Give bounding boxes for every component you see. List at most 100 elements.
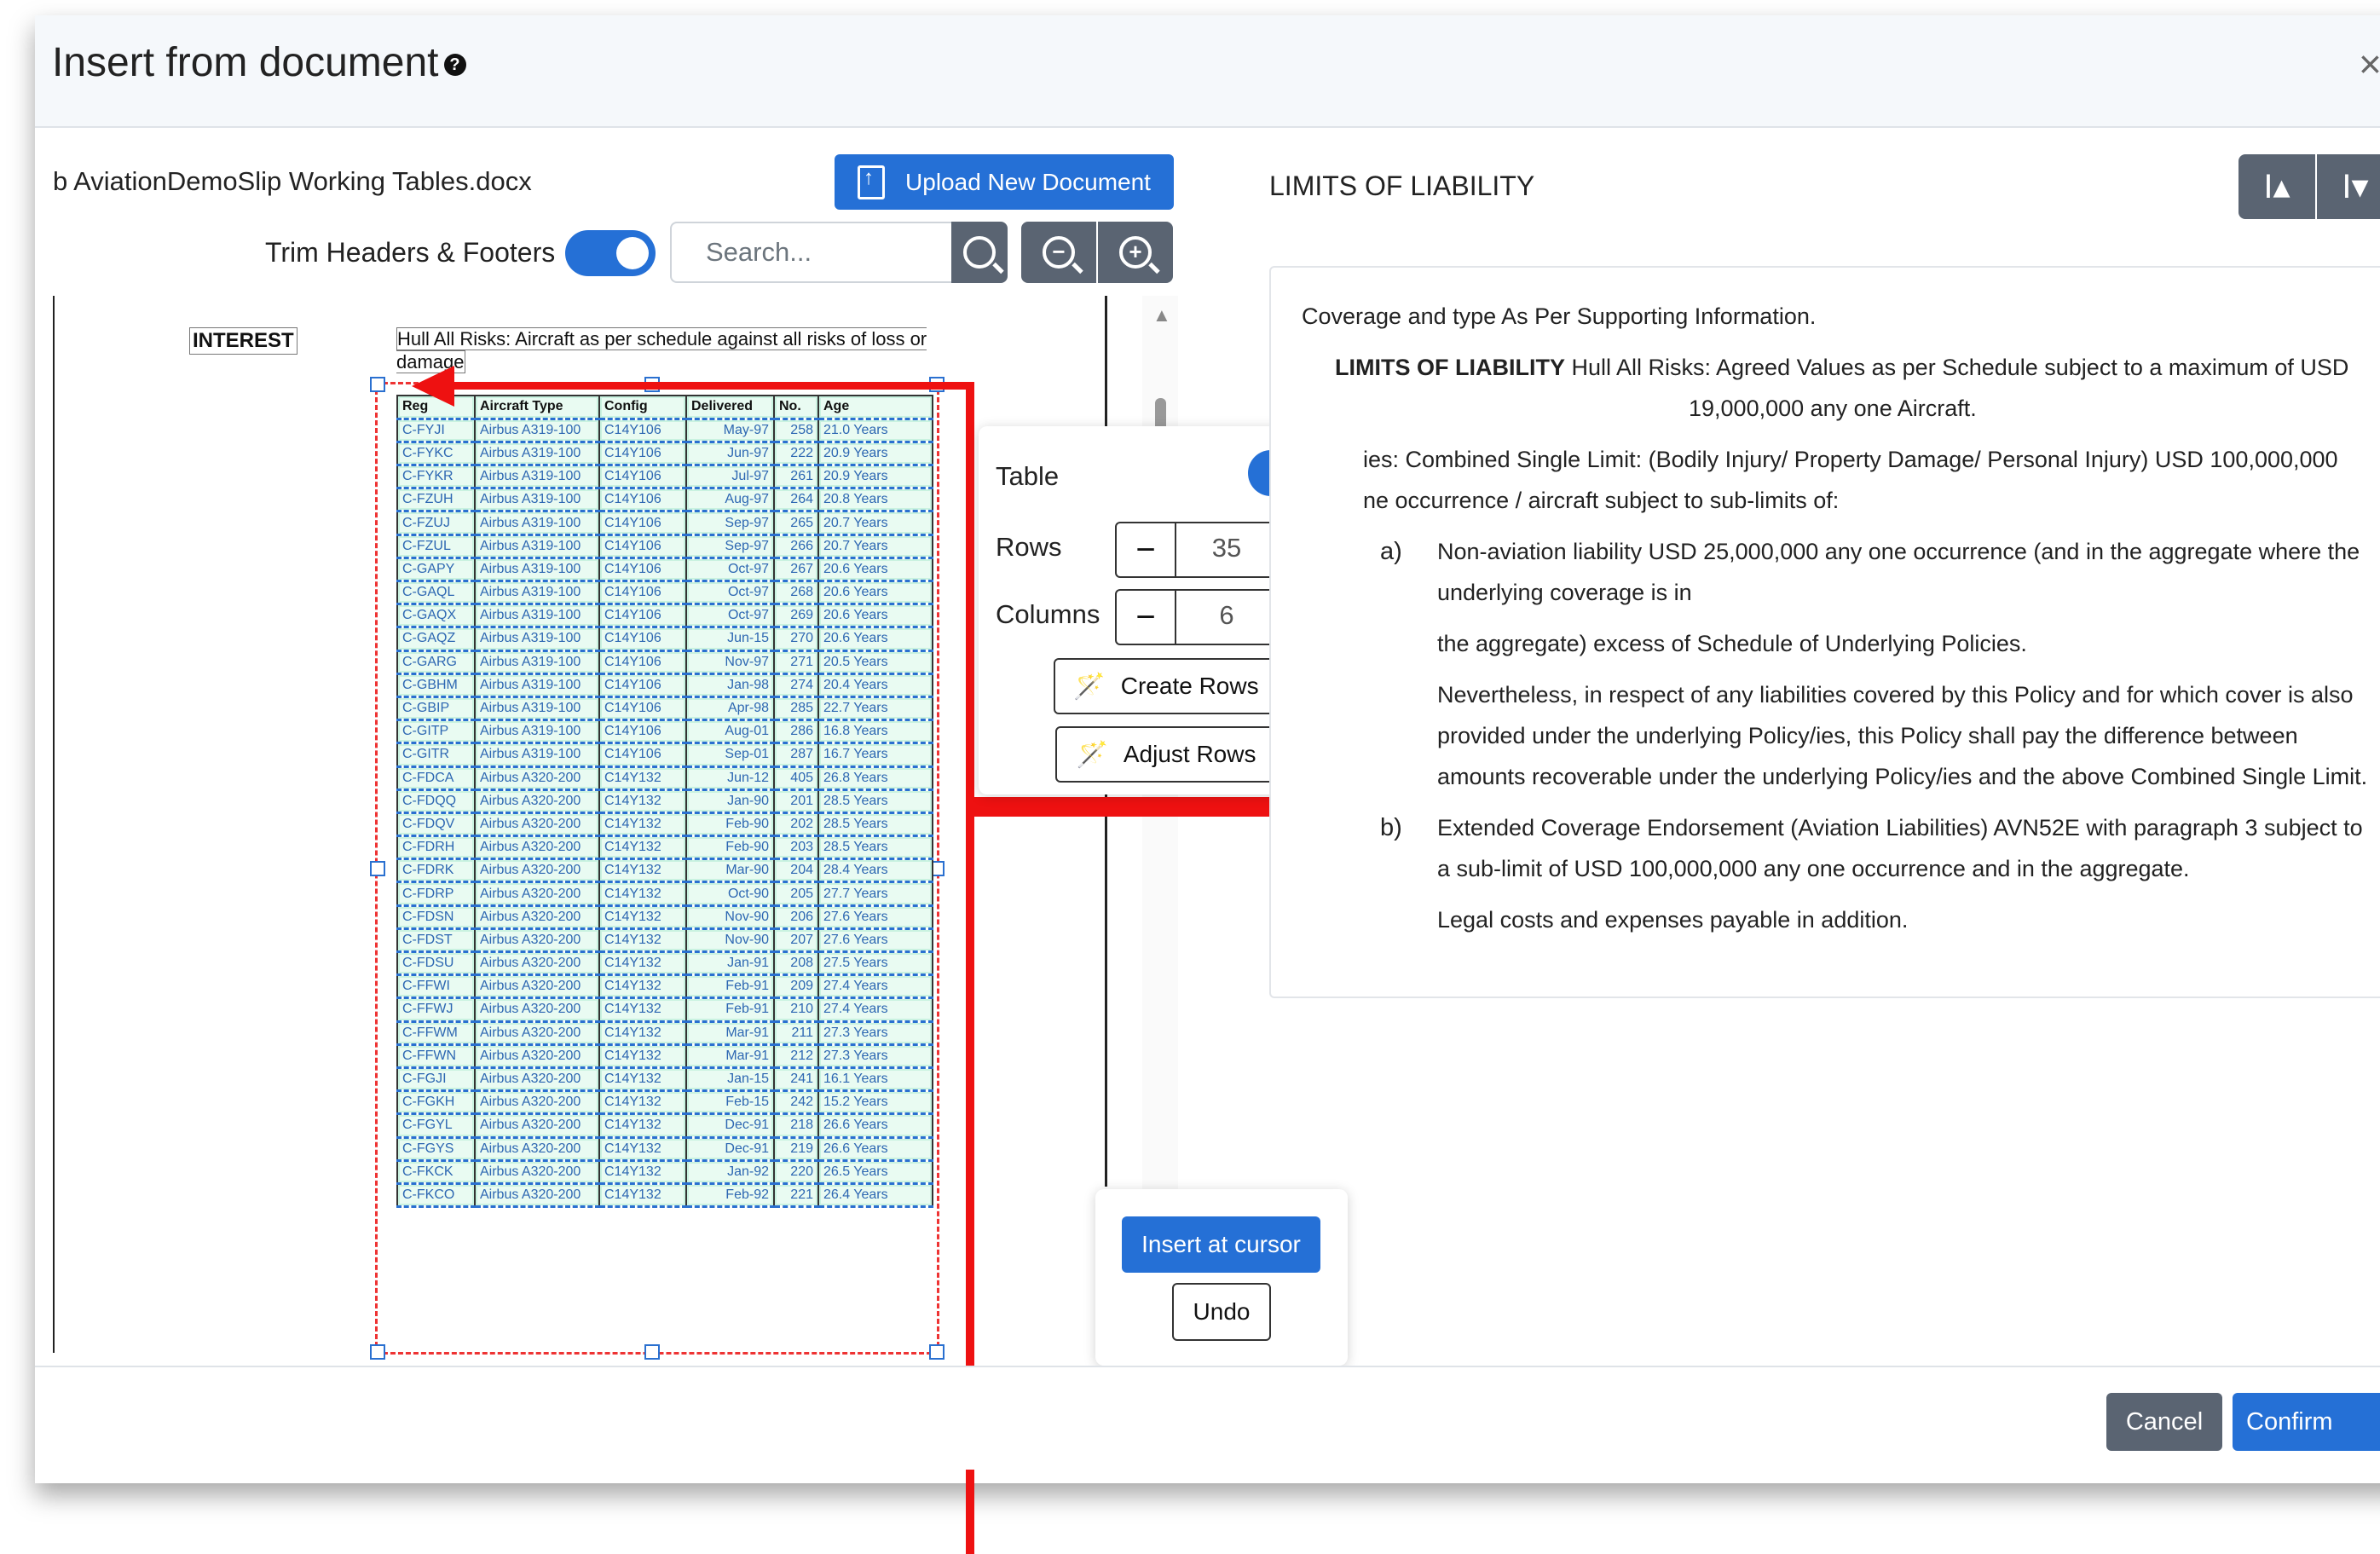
table-cell[interactable]: C14Y106	[598, 441, 687, 467]
table-cell[interactable]: 241	[773, 1066, 819, 1093]
table-cell[interactable]: Apr-98	[685, 696, 775, 722]
table-row[interactable]: C-GBIP Airbus A319-100 C14Y106 Apr-98 285 22.…	[396, 696, 933, 722]
table-cell[interactable]: 267	[773, 557, 819, 583]
table-cell[interactable]: C14Y106	[598, 603, 687, 629]
table-cell[interactable]: 210	[773, 997, 819, 1023]
table-cell[interactable]: Jan-91	[685, 950, 775, 977]
table-cell[interactable]: C-FFWN	[396, 1043, 476, 1069]
table-row[interactable]: C-FYJI Airbus A319-100 C14Y106 May-97 258 21.…	[396, 418, 933, 443]
table-row[interactable]: C-FFWJ Airbus A320-200 C14Y132 Feb-91 210 27.…	[396, 997, 933, 1023]
table-cell[interactable]: C14Y106	[598, 650, 687, 675]
confirm-button[interactable]: Confirm	[2233, 1393, 2380, 1451]
columns-value[interactable]: 6	[1176, 591, 1277, 644]
table-row[interactable]: C-FKCO Airbus A320-200 C14Y132 Feb-92 221 26.…	[396, 1182, 933, 1209]
table-row[interactable]: C-FYKR Airbus A319-100 C14Y106 Jul-97 261 20.…	[396, 464, 933, 490]
table-row[interactable]: C-FDCA Airbus A320-200 C14Y132 Jun-12 405 26.…	[396, 765, 933, 791]
table-cell[interactable]: Sep-01	[685, 742, 775, 768]
table-cell[interactable]: C-GARG	[396, 650, 476, 675]
table-row[interactable]: C-FZUJ Airbus A319-100 C14Y106 Sep-97 265 20.…	[396, 510, 933, 536]
table-cell[interactable]: C14Y132	[598, 904, 687, 930]
table-cell[interactable]: 21.0 Years	[817, 418, 933, 443]
table-cell[interactable]: 20.9 Years	[817, 441, 933, 467]
table-cell[interactable]: C14Y132	[598, 1043, 687, 1069]
table-cell[interactable]: C-FGJI	[396, 1066, 476, 1093]
table-row[interactable]: C-FFWM Airbus A320-200 C14Y132 Mar-91 211 27.…	[396, 1020, 933, 1046]
table-cell[interactable]: Mar-91	[685, 1043, 775, 1069]
table-cell[interactable]: 202	[773, 812, 819, 838]
table-cell[interactable]: Feb-91	[685, 997, 775, 1023]
table-cell[interactable]: 208	[773, 950, 819, 977]
search-button[interactable]	[951, 222, 1008, 283]
table-cell[interactable]: C14Y106	[598, 719, 687, 745]
table-row[interactable]: C-FGYL Airbus A320-200 C14Y132 Dec-91 218 26.…	[396, 1112, 933, 1139]
table-row[interactable]: C-FDST Airbus A320-200 C14Y132 Nov-90 207 27.…	[396, 927, 933, 954]
aircraft-schedule-table[interactable]: Reg Aircraft Type Config Delivered No. Age C-…	[396, 394, 933, 1209]
table-cell[interactable]: C14Y106	[598, 487, 687, 513]
table-cell[interactable]: 201	[773, 789, 819, 814]
table-cell[interactable]: 207	[773, 927, 819, 954]
table-row[interactable]: C-FFWI Airbus A320-200 C14Y132 Feb-91 209 27.…	[396, 973, 933, 1000]
table-cell[interactable]: Jun-97	[685, 441, 775, 467]
table-cell[interactable]: 265	[773, 510, 819, 536]
table-cell[interactable]: Airbus A319-100	[474, 719, 600, 745]
table-cell[interactable]: 28.5 Years	[817, 835, 933, 861]
table-cell[interactable]: Airbus A320-200	[474, 1112, 600, 1139]
table-cell[interactable]: 27.6 Years	[817, 927, 933, 954]
table-cell[interactable]: Jan-90	[685, 789, 775, 814]
table-row[interactable]: C-GITP Airbus A319-100 C14Y106 Aug-01 286 16.…	[396, 719, 933, 745]
table-cell[interactable]: 27.3 Years	[817, 1020, 933, 1046]
insert-at-cursor-button[interactable]: Insert at cursor	[1122, 1216, 1320, 1273]
scroll-up-arrow-icon[interactable]: ▲	[1152, 304, 1171, 326]
table-cell[interactable]: 220	[773, 1159, 819, 1185]
table-cell[interactable]: Sep-97	[685, 534, 775, 559]
table-cell[interactable]: C-GBHM	[396, 673, 476, 698]
table-cell[interactable]: 26.6 Years	[817, 1135, 933, 1162]
table-cell[interactable]: 269	[773, 603, 819, 629]
table-cell[interactable]: C14Y132	[598, 858, 687, 884]
table-cell[interactable]: C-FFWJ	[396, 997, 476, 1023]
table-cell[interactable]: Airbus A319-100	[474, 626, 600, 652]
table-row[interactable]: C-FDQV Airbus A320-200 C14Y132 Feb-90 202 28.…	[396, 812, 933, 838]
undo-button[interactable]: Undo	[1172, 1283, 1271, 1341]
table-cell[interactable]: Feb-15	[685, 1089, 775, 1116]
table-cell[interactable]: 20.6 Years	[817, 580, 933, 606]
table-cell[interactable]: 27.3 Years	[817, 1043, 933, 1069]
table-cell[interactable]: Airbus A319-100	[474, 418, 600, 443]
table-cell[interactable]: Nov-90	[685, 904, 775, 930]
table-cell[interactable]: 26.5 Years	[817, 1159, 933, 1185]
table-row[interactable]: C-FGKH Airbus A320-200 C14Y132 Feb-15 242 15.…	[396, 1089, 933, 1116]
table-cell[interactable]: Airbus A319-100	[474, 510, 600, 536]
table-cell[interactable]: 20.6 Years	[817, 626, 933, 652]
table-cell[interactable]: 266	[773, 534, 819, 559]
table-row[interactable]: C-GITR Airbus A319-100 C14Y106 Sep-01 287 16.…	[396, 742, 933, 768]
table-cell[interactable]: C14Y132	[598, 835, 687, 861]
rows-value[interactable]: 35	[1176, 523, 1277, 576]
table-cell[interactable]: 218	[773, 1112, 819, 1139]
table-cell[interactable]: C-FDRP	[396, 881, 476, 907]
table-cell[interactable]: Airbus A319-100	[474, 603, 600, 629]
table-cell[interactable]: 27.6 Years	[817, 904, 933, 930]
table-cell[interactable]: 20.9 Years	[817, 464, 933, 490]
table-cell[interactable]: C-GITP	[396, 719, 476, 745]
table-row[interactable]: C-FDSN Airbus A320-200 C14Y132 Nov-90 206 27.…	[396, 904, 933, 930]
table-row[interactable]: C-GAQX Airbus A319-100 C14Y106 Oct-97 269 20.…	[396, 603, 933, 629]
table-cell[interactable]: 268	[773, 580, 819, 606]
selection-handle[interactable]	[370, 377, 385, 392]
table-cell[interactable]: C14Y132	[598, 1135, 687, 1162]
table-cell[interactable]: 204	[773, 858, 819, 884]
cursor-move-up-button[interactable]: I▴	[2238, 154, 2315, 219]
table-cell[interactable]: Oct-97	[685, 557, 775, 583]
table-cell[interactable]: Jan-92	[685, 1159, 775, 1185]
table-row[interactable]: C-FYKC Airbus A319-100 C14Y106 Jun-97 222 20.…	[396, 441, 933, 467]
table-cell[interactable]: Jan-15	[685, 1066, 775, 1093]
table-cell[interactable]: Airbus A320-200	[474, 973, 600, 1000]
table-cell[interactable]: 206	[773, 904, 819, 930]
table-cell[interactable]: 15.2 Years	[817, 1089, 933, 1116]
table-cell[interactable]: 26.6 Years	[817, 1112, 933, 1139]
rows-decrement-button[interactable]: −	[1117, 523, 1176, 576]
table-cell[interactable]: 221	[773, 1182, 819, 1209]
table-cell[interactable]: 203	[773, 835, 819, 861]
table-cell[interactable]: Airbus A319-100	[474, 464, 600, 490]
table-cell[interactable]: Airbus A319-100	[474, 696, 600, 722]
table-cell[interactable]: 20.7 Years	[817, 534, 933, 559]
